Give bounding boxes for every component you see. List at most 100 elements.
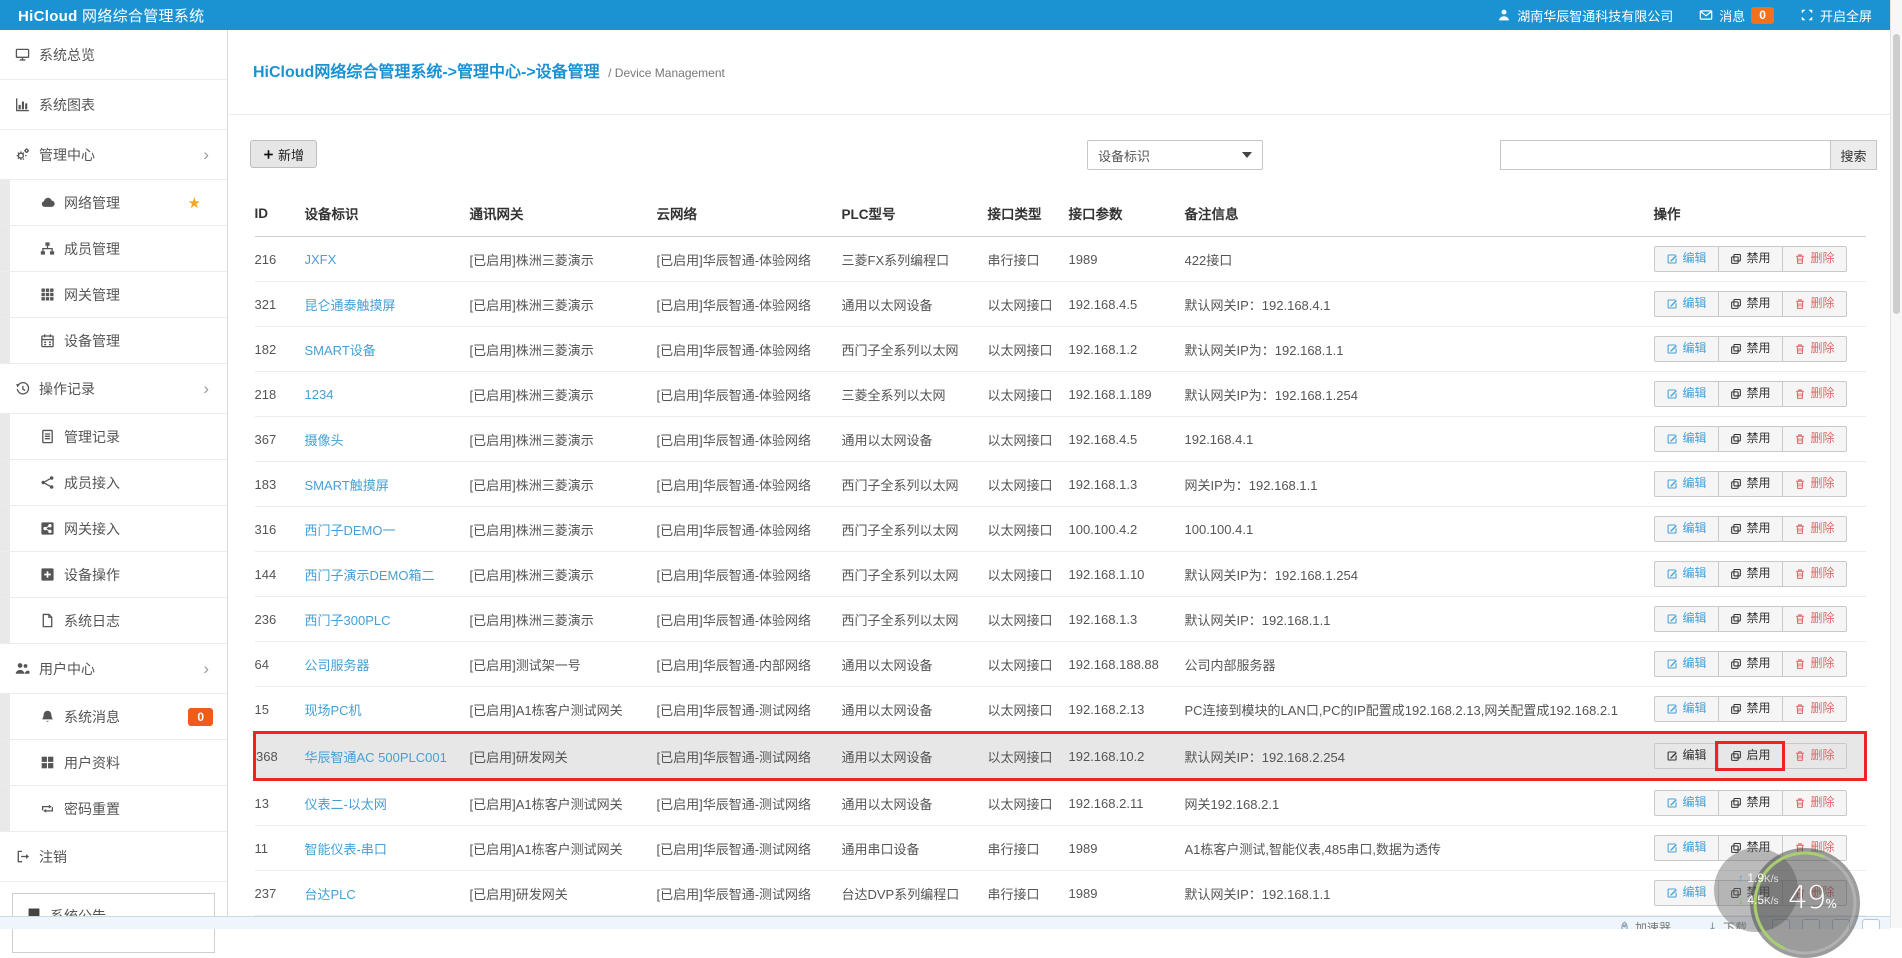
device-link[interactable]: 台达PLC: [305, 887, 356, 902]
delete-button[interactable]: 删除: [1782, 562, 1846, 585]
cell-gateway: [已启用]A1栋客户测试网关: [470, 826, 657, 871]
edit-button[interactable]: 编辑: [1655, 652, 1718, 675]
disable-button[interactable]: 禁用: [1718, 427, 1782, 450]
sidebar-item-11[interactable]: 设备操作: [0, 552, 227, 598]
cell-actions: 编辑禁用删除: [1654, 780, 1866, 826]
sidebar-item-label: 成员接入: [64, 473, 120, 493]
sidebar-item-17[interactable]: 注销: [0, 832, 227, 882]
disable-button[interactable]: 禁用: [1718, 517, 1782, 540]
disable-button[interactable]: 禁用: [1718, 607, 1782, 630]
cell-plc-model: 三菱全系列以太网: [842, 372, 988, 417]
edit-button[interactable]: 编辑: [1655, 697, 1718, 720]
edit-button[interactable]: 编辑: [1655, 791, 1718, 814]
device-link[interactable]: JXFX: [305, 252, 337, 267]
sidebar-item-12[interactable]: 系统日志: [0, 598, 227, 644]
cell-note: A1栋客户测试,智能仪表,485串口,数据为透传: [1185, 826, 1654, 871]
disable-button[interactable]: 禁用: [1718, 337, 1782, 360]
sidebar-item-14[interactable]: 系统消息0: [0, 694, 227, 740]
disable-button[interactable]: 禁用: [1718, 697, 1782, 720]
device-link[interactable]: 智能仪表-串口: [305, 842, 387, 857]
device-link[interactable]: SMART触摸屏: [305, 478, 389, 493]
enable-button[interactable]: 启用: [1718, 744, 1782, 767]
row-actions: 编辑禁用删除: [1654, 651, 1847, 676]
edit-button[interactable]: 编辑: [1655, 337, 1718, 360]
users-icon: [15, 661, 30, 676]
cell-actions: 编辑禁用删除: [1654, 372, 1866, 417]
add-button[interactable]: 新增: [250, 140, 317, 168]
disable-button[interactable]: 禁用: [1718, 247, 1782, 270]
sidebar-item-6[interactable]: 设备管理: [0, 318, 227, 364]
search-input[interactable]: [1500, 140, 1830, 170]
cell-plc-model: 西门子全系列以太网: [842, 552, 988, 597]
sidebar-item-15[interactable]: 用户资料: [0, 740, 227, 786]
edit-button[interactable]: 编辑: [1655, 881, 1718, 904]
messages-menu[interactable]: 消息 0: [1699, 6, 1774, 25]
sidebar-item-9[interactable]: 成员接入: [0, 460, 227, 506]
sidebar-item-2[interactable]: 管理中心›: [0, 130, 227, 180]
delete-button[interactable]: 删除: [1782, 472, 1846, 495]
sidebar-item-4[interactable]: 成员管理: [0, 226, 227, 272]
device-link[interactable]: 昆仑通泰触摸屏: [305, 298, 396, 313]
sidebar-item-10[interactable]: 网关接入: [0, 506, 227, 552]
sidebar-item-16[interactable]: 密码重置: [0, 786, 227, 832]
table-row: 367摄像头[已启用]株洲三菱演示[已启用]华辰智通-体验网络通用以太网设备以太…: [255, 417, 1866, 462]
device-link[interactable]: 西门子DEMO一: [305, 523, 396, 538]
cell-note: 网关IP为：192.168.1.1: [1185, 462, 1654, 507]
delete-button[interactable]: 删除: [1782, 337, 1846, 360]
edit-button[interactable]: 编辑: [1655, 427, 1718, 450]
device-link[interactable]: 仪表二-以太网: [305, 797, 387, 812]
cell-id: 11: [255, 826, 305, 871]
cell-interface-type: 以太网接口: [988, 597, 1069, 642]
delete-button[interactable]: 删除: [1782, 292, 1846, 315]
scrollbar-thumb[interactable]: [1893, 34, 1900, 314]
delete-button[interactable]: 删除: [1782, 382, 1846, 405]
disable-button[interactable]: 禁用: [1718, 472, 1782, 495]
edit-button[interactable]: 编辑: [1655, 607, 1718, 630]
delete-button[interactable]: 删除: [1782, 427, 1846, 450]
filter-select[interactable]: 设备标识: [1087, 140, 1263, 170]
edit-button[interactable]: 编辑: [1655, 472, 1718, 495]
disable-button[interactable]: 禁用: [1718, 791, 1782, 814]
sidebar-item-7[interactable]: 操作记录›: [0, 364, 227, 414]
sidebar-item-13[interactable]: 用户中心›: [0, 644, 227, 694]
delete-button[interactable]: 删除: [1782, 697, 1846, 720]
delete-button[interactable]: 删除: [1782, 247, 1846, 270]
delete-button[interactable]: 删除: [1782, 652, 1846, 675]
sidebar-item-label: 注销: [39, 847, 67, 867]
device-link[interactable]: SMART设备: [305, 343, 376, 358]
device-link[interactable]: 1234: [305, 387, 334, 402]
edit-button[interactable]: 编辑: [1655, 382, 1718, 405]
edit-button[interactable]: 编辑: [1655, 517, 1718, 540]
page-scrollbar[interactable]: [1890, 0, 1902, 928]
edit-button[interactable]: 编辑: [1655, 744, 1718, 767]
edit-button[interactable]: 编辑: [1655, 562, 1718, 585]
search-button[interactable]: 搜索: [1830, 140, 1877, 170]
edit-button[interactable]: 编辑: [1655, 836, 1718, 859]
device-link[interactable]: 现场PC机: [305, 703, 362, 718]
disable-button[interactable]: 禁用: [1718, 652, 1782, 675]
delete-button[interactable]: 删除: [1782, 607, 1846, 630]
delete-button[interactable]: 删除: [1782, 744, 1846, 767]
sidebar-item-5[interactable]: 网关管理: [0, 272, 227, 318]
column-header: ID: [255, 190, 305, 237]
company-menu[interactable]: 湖南华辰智通科技有限公司: [1497, 6, 1673, 25]
delete-button[interactable]: 删除: [1782, 791, 1846, 814]
sidebar-item-3[interactable]: 网络管理★: [0, 180, 227, 226]
delete-button[interactable]: 删除: [1782, 517, 1846, 540]
cell-cloud-network: [已启用]华辰智通-内部网络: [657, 642, 842, 687]
fullscreen-toggle[interactable]: 开启全屏: [1800, 6, 1872, 25]
device-link[interactable]: 公司服务器: [305, 658, 370, 673]
device-link[interactable]: 摄像头: [305, 433, 344, 448]
sidebar-item-8[interactable]: 管理记录: [0, 414, 227, 460]
device-link[interactable]: 西门子演示DEMO箱二: [305, 568, 435, 583]
disable-button[interactable]: 禁用: [1718, 292, 1782, 315]
sidebar-item-1[interactable]: 系统图表: [0, 80, 227, 130]
edit-button[interactable]: 编辑: [1655, 292, 1718, 315]
disable-button[interactable]: 禁用: [1718, 382, 1782, 405]
disable-button[interactable]: 禁用: [1718, 562, 1782, 585]
sidebar-item-0[interactable]: 系统总览: [0, 30, 227, 80]
row-actions: 编辑禁用删除: [1654, 471, 1847, 496]
device-link[interactable]: 华辰智通AC 500PLC001: [305, 750, 447, 765]
device-link[interactable]: 西门子300PLC: [305, 613, 391, 628]
edit-button[interactable]: 编辑: [1655, 247, 1718, 270]
